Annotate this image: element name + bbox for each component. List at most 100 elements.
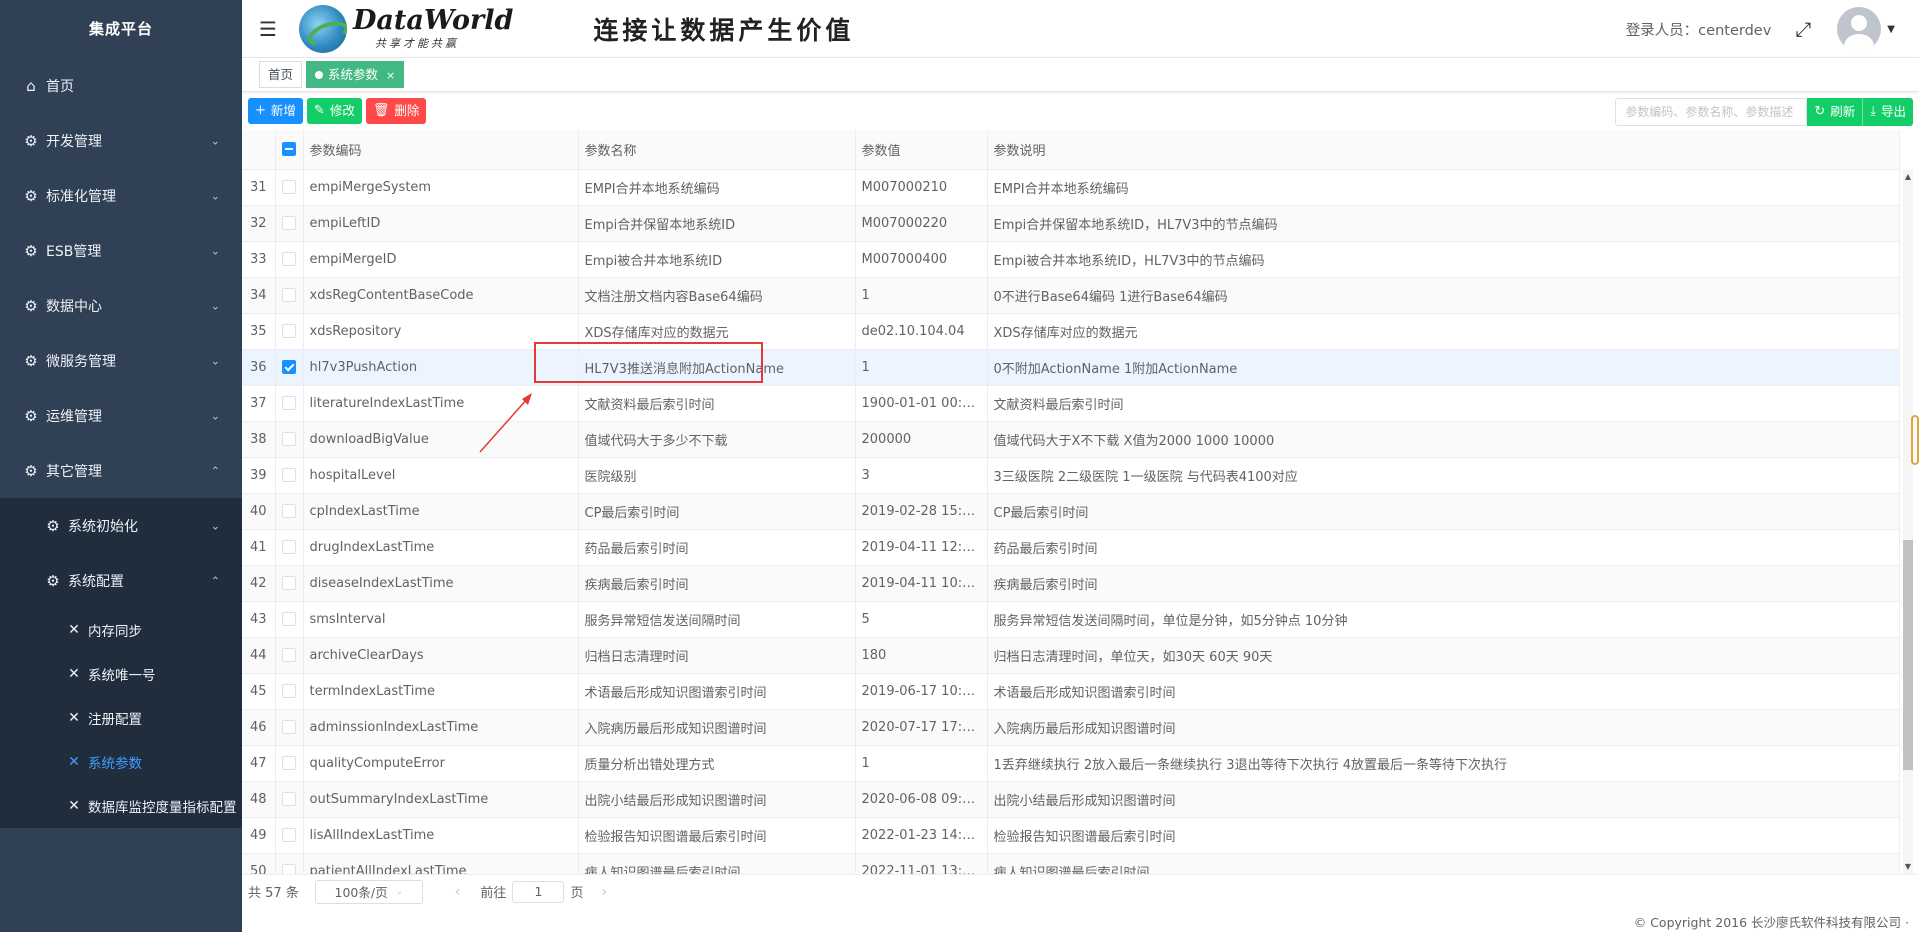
sidebar-item-datacenter[interactable]: ⚙ 数据中心 ⌄ <box>0 278 242 333</box>
close-icon[interactable]: × <box>386 69 395 82</box>
column-header-value[interactable]: 参数值 <box>855 130 988 170</box>
sidebar-item-memory-sync[interactable]: ✕ 内存同步 <box>0 608 242 652</box>
row-checkbox[interactable] <box>282 288 296 302</box>
row-checkbox[interactable] <box>282 396 296 410</box>
table-row[interactable]: 37 literatureIndexLastTime 文献资料最后索引时间 1900-… <box>242 385 1900 422</box>
goto-page-input[interactable] <box>512 880 565 903</box>
globe-logo-icon <box>299 4 347 53</box>
cell-name: 出院小结最后形成知识图谱时间 <box>578 781 856 818</box>
tag-system-params[interactable]: 系统参数 × <box>306 61 405 88</box>
sidebar-item-ops[interactable]: ⚙ 运维管理 ⌄ <box>0 388 242 443</box>
edit-button[interactable]: ✎ 修改 <box>306 98 362 124</box>
refresh-icon: ↻ <box>1814 104 1826 119</box>
row-checkbox[interactable] <box>282 756 296 770</box>
sidebar-item-system-params[interactable]: ✕ 系统参数 <box>0 740 242 784</box>
chevron-down-icon: ⌄ <box>395 886 404 897</box>
select-all-checkbox[interactable] <box>282 142 296 157</box>
table-row[interactable]: 43 smsInterval 服务异常短信发送间隔时间 5 服务异常短信发送间隔时间，单… <box>242 601 1900 638</box>
cell-code: empiLeftID <box>303 205 579 242</box>
table-row[interactable]: 41 drugIndexLastTime 药品最后索引时间 2019-04-11 12… <box>242 529 1900 566</box>
fullscreen-icon[interactable]: ⤢ <box>1795 17 1811 41</box>
table-row[interactable]: 44 archiveClearDays 归档日志清理时间 180 归档日志清理时间，单位… <box>242 637 1900 674</box>
cell-value: 2019-06-17 10:50... <box>855 673 988 710</box>
sidebar: 集成平台 ⌂ 首页 ⚙ 开发管理 ⌄ ⚙ 标准化管理 ⌄ ⚙ ESB管理 ⌄ ⚙… <box>0 0 242 932</box>
row-checkbox[interactable] <box>282 432 296 446</box>
table-row[interactable]: 40 cpIndexLastTime CP最后索引时间 2019-02-28 15:1… <box>242 493 1900 530</box>
search-input[interactable] <box>1615 98 1808 126</box>
column-header-desc[interactable]: 参数说明 <box>987 130 1900 170</box>
sidebar-item-dev[interactable]: ⚙ 开发管理 ⌄ <box>0 113 242 168</box>
table-row[interactable]: 50 patientAllIndexLastTime 病人知识图谱最后索引时间 202… <box>242 853 1900 874</box>
cell-name: 文档注册文档内容Base64编码 <box>578 277 856 314</box>
delete-button[interactable]: 🗑 删除 <box>365 98 427 124</box>
next-page-button[interactable]: › <box>601 884 607 900</box>
table-row[interactable]: 42 diseaseIndexLastTime 疾病最后索引时间 2019-04-11… <box>242 565 1900 602</box>
row-checkbox[interactable] <box>282 864 296 874</box>
row-checkbox[interactable] <box>282 612 296 626</box>
sidebar-item-system-init[interactable]: ⚙ 系统初始化 ⌄ <box>0 498 242 553</box>
sidebar-item-esb[interactable]: ⚙ ESB管理 ⌄ <box>0 223 242 278</box>
table-row[interactable]: 49 lisAllIndexLastTime 检验报告知识图谱最后索引时间 2022-… <box>242 817 1900 854</box>
cell-name: CP最后索引时间 <box>578 493 856 530</box>
tag-home[interactable]: 首页 <box>259 61 303 88</box>
export-button[interactable]: ⤓ 导出 <box>1862 98 1913 126</box>
table-row[interactable]: 47 qualityComputeError 质量分析出错处理方式 1 1丢弃继续执行 … <box>242 745 1900 782</box>
cell-desc: 文献资料最后索引时间 <box>987 385 1900 422</box>
avatar[interactable] <box>1837 7 1882 51</box>
table-row[interactable]: 32 empiLeftID Empi合并保留本地系统ID M007000220 Empi… <box>242 205 1900 242</box>
column-header-code[interactable]: 参数编码 <box>303 130 579 170</box>
sidebar-item-unique-id[interactable]: ✕ 系统唯一号 <box>0 652 242 696</box>
scroll-up-icon[interactable]: ▲ <box>1905 172 1911 181</box>
sidebar-item-system-config[interactable]: ⚙ 系统配置 ⌃ <box>0 553 242 608</box>
logo: DataWorld 共享才能共赢 <box>299 4 513 53</box>
sidebar-item-register-config[interactable]: ✕ 注册配置 <box>0 696 242 740</box>
table-row[interactable]: 34 xdsRegContentBaseCode 文档注册文档内容Base64编码 1… <box>242 277 1900 314</box>
page-scroll-handle[interactable] <box>1911 415 1919 465</box>
sidebar-item-home[interactable]: ⌂ 首页 <box>0 58 242 113</box>
row-checkbox[interactable] <box>282 360 296 374</box>
row-checkbox[interactable] <box>282 468 296 482</box>
sidebar-item-db-monitor[interactable]: ✕ 数据库监控度量指标配置 <box>0 784 242 828</box>
add-button[interactable]: + 新增 <box>248 98 303 124</box>
sidebar-item-label: 微服务管理 <box>46 353 116 370</box>
scroll-down-icon[interactable]: ▼ <box>1905 862 1911 871</box>
hamburger-menu-icon[interactable]: ☰ <box>259 17 283 41</box>
cell-code: empiMergeID <box>303 241 579 278</box>
row-checkbox[interactable] <box>282 828 296 842</box>
row-checkbox[interactable] <box>282 180 296 194</box>
sidebar-item-standard[interactable]: ⚙ 标准化管理 ⌄ <box>0 168 242 223</box>
table-row[interactable]: 45 termIndexLastTime 术语最后形成知识图谱索引时间 2019-06… <box>242 673 1900 710</box>
cell-name: Empi被合并本地系统ID <box>578 241 856 278</box>
table-scrollbar-thumb[interactable] <box>1903 540 1913 770</box>
row-checkbox-cell <box>275 169 304 206</box>
row-checkbox[interactable] <box>282 648 296 662</box>
caret-down-icon[interactable]: ▼ <box>1887 24 1895 35</box>
cell-code: diseaseIndexLastTime <box>303 565 579 602</box>
row-checkbox[interactable] <box>282 684 296 698</box>
row-checkbox[interactable] <box>282 324 296 338</box>
sidebar-item-microservice[interactable]: ⚙ 微服务管理 ⌄ <box>0 333 242 388</box>
column-header-name[interactable]: 参数名称 <box>578 130 856 170</box>
gear-icon: ⚙ <box>24 351 38 370</box>
table-row[interactable]: 31 empiMergeSystem EMPI合并本地系统编码 M007000210 E… <box>242 169 1900 206</box>
row-checkbox[interactable] <box>282 504 296 518</box>
table-row[interactable]: 46 adminssionIndexLastTime 入院病历最后形成知识图谱时间 2… <box>242 709 1900 746</box>
prev-page-button[interactable]: ‹ <box>455 884 461 900</box>
sidebar-item-label: 标准化管理 <box>46 188 116 205</box>
table-row[interactable]: 48 outSummaryIndexLastTime 出院小结最后形成知识图谱时间 2… <box>242 781 1900 818</box>
page-size-select[interactable]: 100条/页 ⌄ <box>314 879 423 904</box>
row-checkbox[interactable] <box>282 216 296 230</box>
table-row[interactable]: 36 hl7v3PushAction HL7V3推送消息附加ActionName 1 0… <box>242 349 1900 386</box>
table-row[interactable]: 33 empiMergeID Empi被合并本地系统ID M007000400 Empi… <box>242 241 1900 278</box>
row-checkbox[interactable] <box>282 540 296 554</box>
table-row[interactable]: 39 hospitalLevel 医院级别 3 3三级医院 2二级医院 1一级医院 与代… <box>242 457 1900 494</box>
row-checkbox[interactable] <box>282 792 296 806</box>
row-checkbox[interactable] <box>282 576 296 590</box>
cell-name: HL7V3推送消息附加ActionName <box>578 349 856 386</box>
sidebar-item-other[interactable]: ⚙ 其它管理 ⌃ <box>0 443 242 498</box>
row-checkbox[interactable] <box>282 252 296 266</box>
row-checkbox[interactable] <box>282 720 296 734</box>
refresh-button[interactable]: ↻ 刷新 <box>1807 98 1863 126</box>
table-row[interactable]: 35 xdsRepository XDS存储库对应的数据元 de02.10.104.0… <box>242 313 1900 350</box>
table-row[interactable]: 38 downloadBigValue 值域代码大于多少不下载 200000 值域代码大… <box>242 421 1900 458</box>
